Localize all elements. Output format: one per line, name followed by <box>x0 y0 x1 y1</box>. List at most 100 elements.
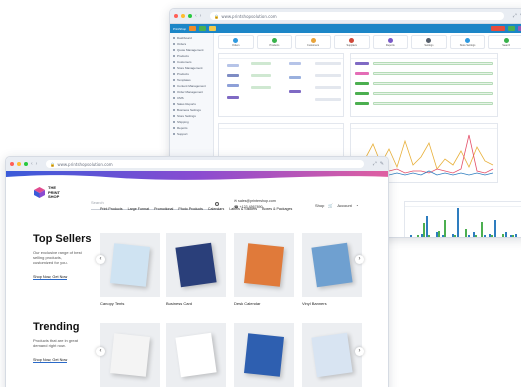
forward-arrow-icon[interactable]: › <box>36 161 38 167</box>
product-image[interactable] <box>302 323 362 387</box>
minimize-dot-icon[interactable] <box>17 162 21 166</box>
carousel-next-icon[interactable]: › <box>355 255 364 264</box>
screenshot-stage: ‹ › 🔒www.printshopsolution.com ⤢ ✎ Print… <box>0 0 521 387</box>
expand-icon[interactable]: ⤢ <box>373 161 377 167</box>
product-card[interactable]: Roll Up Banners <box>234 323 294 387</box>
sidebar-item-label: Templates <box>177 78 191 82</box>
chart-bar <box>448 236 451 237</box>
top-sellers-link[interactable]: Shop Now, Get Now <box>33 275 68 280</box>
dashboard-tile[interactable]: Orders <box>218 35 254 49</box>
nav-link[interactable]: Calendars <box>208 207 224 211</box>
site-logo[interactable]: THE PRINT SHOP <box>34 185 60 200</box>
nav-link[interactable]: Large Format <box>128 207 150 211</box>
nav-link[interactable]: Boxes & Packages <box>262 207 292 211</box>
product-name[interactable]: Canopy Tents <box>100 301 160 306</box>
trending-link[interactable]: Shop Now, Get Now <box>33 358 68 363</box>
job-status-panel <box>350 53 498 117</box>
chart-bar <box>491 235 494 237</box>
lock-icon: 🔒 <box>50 161 56 167</box>
search-placeholder: Search <box>91 200 104 205</box>
pen-icon[interactable]: ✎ <box>380 161 384 167</box>
search-icon[interactable] <box>215 202 219 206</box>
order-status-panel <box>218 53 344 117</box>
product-shape <box>110 243 150 287</box>
product-image[interactable] <box>234 323 294 387</box>
chart-bar <box>443 220 446 237</box>
contact-email[interactable]: sales@printershop.com <box>238 199 276 203</box>
topbar-action[interactable] <box>508 26 515 31</box>
menu-bullet-icon <box>173 121 175 123</box>
dashboard-tile[interactable]: Search <box>488 35 521 49</box>
carousel-prev-icon[interactable]: ‹ <box>96 347 105 356</box>
tile-label: Customers <box>307 43 320 47</box>
topbar-chip[interactable] <box>199 26 207 31</box>
trending-description: Products that are in great demand right … <box>33 338 78 348</box>
close-dot-icon[interactable] <box>174 14 178 18</box>
product-name[interactable]: Vinyl Banners <box>302 301 362 306</box>
carousel-next-icon[interactable]: › <box>355 347 364 356</box>
forward-arrow-icon[interactable]: › <box>200 13 202 19</box>
product-name[interactable]: Business Card <box>166 301 226 306</box>
dashboard-tile[interactable]: Suppliers <box>333 35 370 49</box>
sidebar-item[interactable]: Support <box>170 131 213 137</box>
expand-icon[interactable]: ⤢ <box>513 13 517 19</box>
dashboard-tile[interactable]: Products <box>256 35 293 49</box>
back-arrow-icon[interactable]: ‹ <box>31 161 33 167</box>
nav-link[interactable]: Promotional <box>154 207 173 211</box>
product-card[interactable]: Letterhead <box>100 323 160 387</box>
carousel-prev-icon[interactable]: ‹ <box>96 255 105 264</box>
product-image[interactable] <box>166 233 226 297</box>
cart-icon[interactable]: 🛒 <box>328 203 333 208</box>
shop-link[interactable]: Shop <box>315 203 324 208</box>
chart-bar <box>470 236 472 237</box>
account-link[interactable]: Account <box>337 203 351 208</box>
chart-bar <box>506 236 509 237</box>
product-name[interactable]: Desk Calendar <box>234 301 294 306</box>
topbar-chip[interactable] <box>209 26 217 31</box>
account-icon[interactable]: ◔ <box>356 203 358 208</box>
product-card[interactable]: Vinyl Banners <box>302 233 362 306</box>
menu-bullet-icon <box>173 133 175 135</box>
product-shape <box>244 243 284 287</box>
nav-link[interactable]: Print Products <box>100 207 123 211</box>
admin-url-bar[interactable]: 🔒 www.printshopsolution.com <box>210 12 504 20</box>
store-url-bar[interactable]: 🔒 www.printshopsolution.com <box>46 160 364 168</box>
product-shape <box>311 332 353 378</box>
topbar-action[interactable] <box>491 26 505 31</box>
tile-label: Settings <box>424 43 434 47</box>
sidebar-item-label: Shipping <box>177 120 189 124</box>
back-arrow-icon[interactable]: ‹ <box>195 13 197 19</box>
minimize-dot-icon[interactable] <box>181 14 185 18</box>
sidebar-item-label: Business Settings <box>177 108 201 112</box>
product-image[interactable] <box>234 233 294 297</box>
product-image[interactable] <box>166 323 226 387</box>
menu-bullet-icon <box>173 37 175 39</box>
tile-label: Orders <box>231 43 240 47</box>
maximize-dot-icon[interactable] <box>24 162 28 166</box>
product-card[interactable]: Canopy Tents <box>100 233 160 306</box>
close-dot-icon[interactable] <box>10 162 14 166</box>
product-card[interactable]: Mugs <box>166 323 226 387</box>
topbar-chip[interactable] <box>189 26 197 31</box>
menu-bullet-icon <box>173 61 175 63</box>
product-image[interactable] <box>100 233 160 297</box>
nav-link[interactable]: Labels & Stickers <box>229 207 257 211</box>
product-card[interactable]: Brochures <box>302 323 362 387</box>
chart-bar <box>417 235 420 237</box>
sidebar-item-label: Store Settings <box>177 114 196 118</box>
product-card[interactable]: Business Card <box>166 233 226 306</box>
chart-bar <box>412 236 414 237</box>
tile-icon <box>233 37 239 43</box>
nav-link[interactable]: Photo Products <box>178 207 203 211</box>
menu-bullet-icon <box>173 67 175 69</box>
product-image[interactable] <box>100 323 160 387</box>
chart-bar <box>504 232 507 237</box>
dashboard-tile[interactable]: Customers <box>295 35 331 49</box>
dashboard-tile[interactable]: Store Settings <box>449 35 486 49</box>
maximize-dot-icon[interactable] <box>188 14 192 18</box>
dashboard-tile[interactable]: Settings <box>411 35 447 49</box>
menu-bullet-icon <box>173 115 175 117</box>
product-card[interactable]: Desk Calendar <box>234 233 294 306</box>
dashboard-tile[interactable]: Reports <box>372 35 409 49</box>
product-image[interactable] <box>302 233 362 297</box>
